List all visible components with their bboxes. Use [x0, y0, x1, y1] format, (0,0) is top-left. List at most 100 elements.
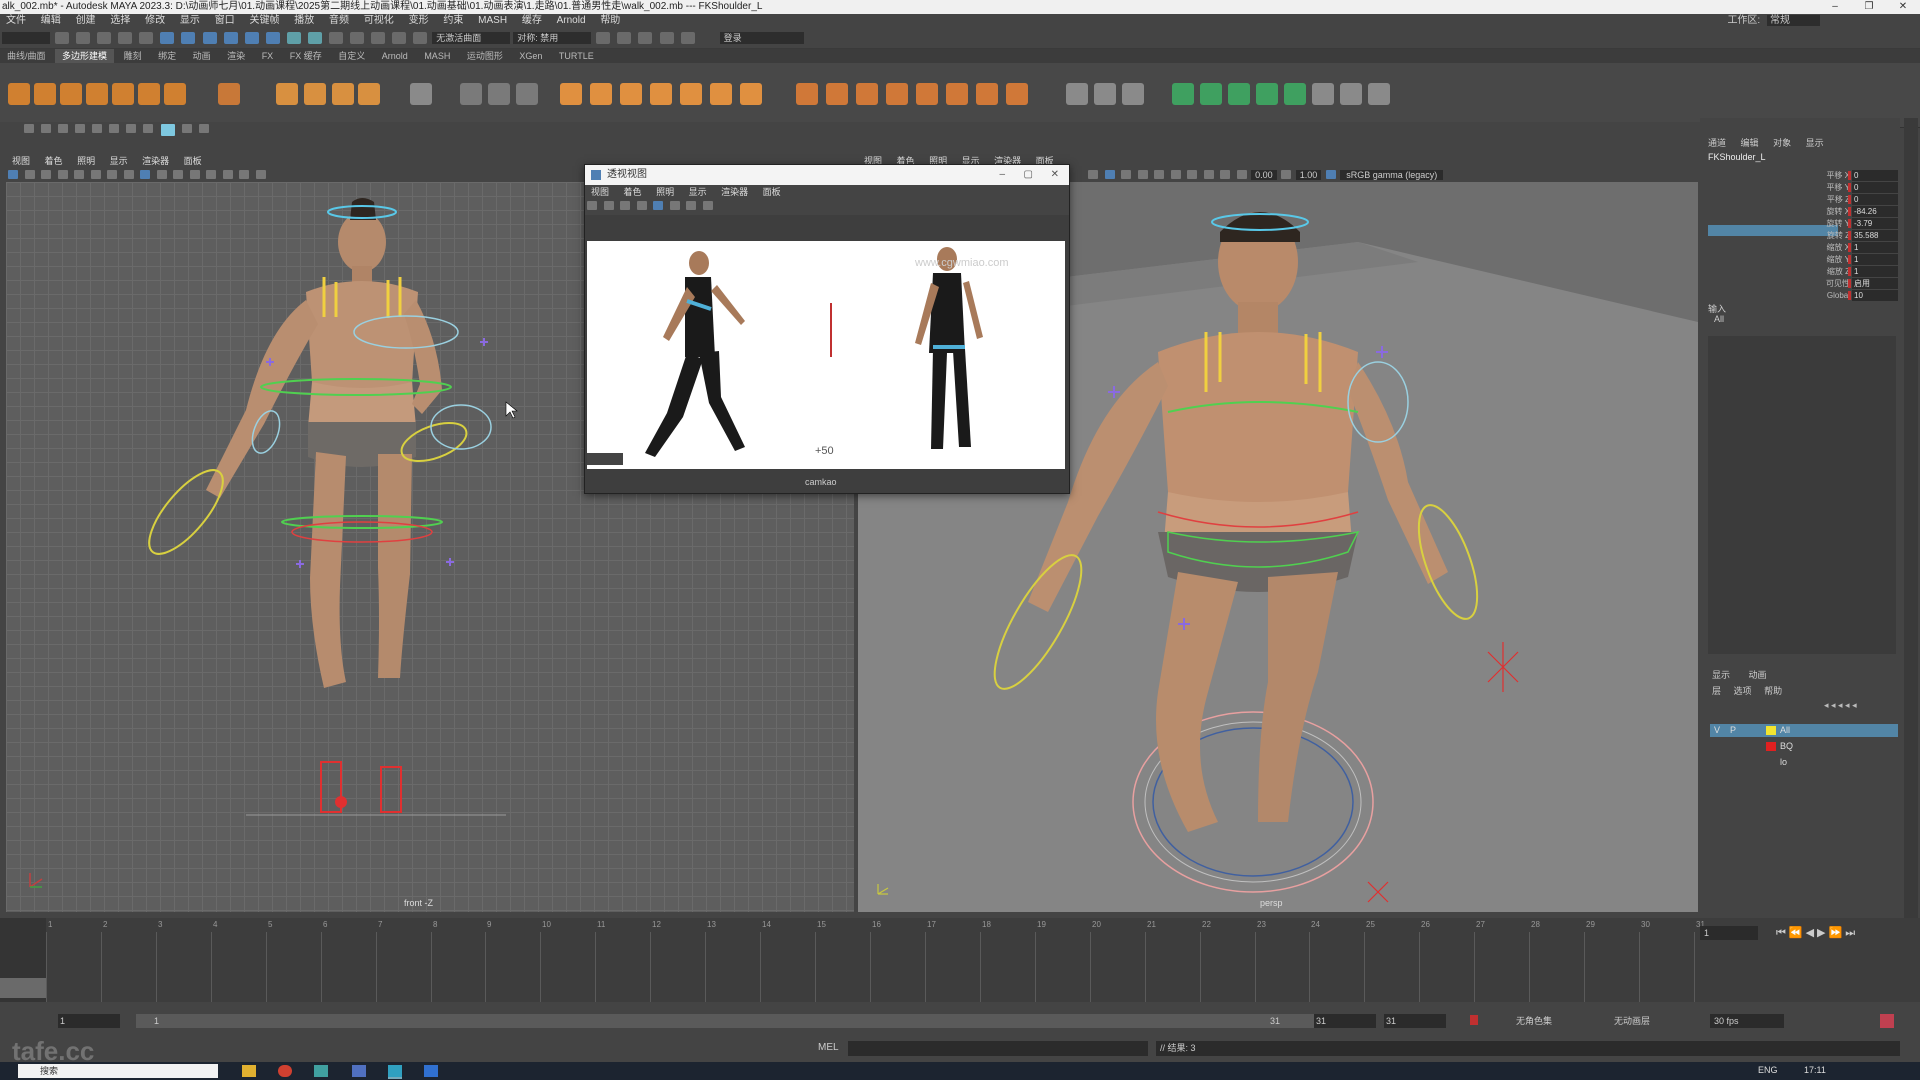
- menu-constrain[interactable]: 约束: [437, 14, 469, 28]
- target-weld-icon[interactable]: [826, 83, 848, 105]
- render-frame-icon[interactable]: [371, 32, 385, 44]
- poly-sphere-icon[interactable]: [8, 83, 30, 105]
- render-settings-icon[interactable]: [413, 32, 428, 44]
- menu-set-dropdown[interactable]: [2, 32, 50, 44]
- current-frame-marker[interactable]: [0, 978, 46, 998]
- select-component-icon[interactable]: [202, 32, 217, 44]
- chan-tab-object[interactable]: 对象: [1773, 138, 1791, 148]
- poly-platonic-icon[interactable]: [218, 83, 240, 105]
- uv-close-icon[interactable]: [1368, 83, 1390, 105]
- app-icon-m[interactable]: [314, 1065, 328, 1077]
- poly-torus-icon[interactable]: [112, 83, 134, 105]
- shelf-tab-fx[interactable]: FX: [255, 49, 281, 63]
- maya-taskbar-icon[interactable]: [388, 1065, 402, 1079]
- bookmark-icon[interactable]: [41, 170, 52, 179]
- arrow-icon[interactable]: [109, 124, 120, 133]
- current-frame-field[interactable]: 1: [1700, 926, 1758, 940]
- menu-audio[interactable]: 音频: [323, 14, 355, 28]
- channel-attribute-row[interactable]: 缩放 Z1: [1820, 266, 1898, 277]
- undo-icon[interactable]: [118, 32, 133, 44]
- menu-select[interactable]: 选择: [104, 14, 136, 28]
- color-swatch-icon[interactable]: [160, 124, 175, 136]
- exposure-value[interactable]: 0.00: [1251, 170, 1277, 180]
- menu-edit[interactable]: 编辑: [35, 14, 67, 28]
- front-menu-view[interactable]: 视图: [6, 154, 36, 168]
- circularize-icon[interactable]: [1006, 83, 1028, 105]
- gamma-icon[interactable]: [1281, 170, 1292, 179]
- uv-unfold-icon[interactable]: [1340, 83, 1362, 105]
- smooth-shade-icon[interactable]: [140, 170, 151, 179]
- wedge-icon[interactable]: [740, 83, 762, 105]
- select-hierarchy-icon[interactable]: [160, 32, 175, 44]
- brush-icon[interactable]: [41, 124, 52, 133]
- persp-aa-icon[interactable]: [1187, 170, 1198, 179]
- menu-deform[interactable]: 变形: [403, 14, 435, 28]
- make-live-icon[interactable]: [307, 32, 322, 44]
- color-management-icon[interactable]: [1325, 170, 1336, 179]
- boolean-icon[interactable]: [560, 83, 582, 105]
- color-space-field[interactable]: sRGB gamma (legacy): [1340, 170, 1444, 180]
- persp-ao-icon[interactable]: [1170, 170, 1181, 179]
- app-icon-n[interactable]: [352, 1065, 366, 1077]
- front-menu-show[interactable]: 显示: [104, 154, 134, 168]
- anim-layer-field[interactable]: 无动画层: [1614, 1014, 1650, 1028]
- attribute-value[interactable]: 1: [1852, 254, 1898, 265]
- floating-viewport-window[interactable]: 透视视图 – ▢ ✕ 视图 着色 照明 显示 渲染器 面板 www.cgwmia…: [584, 164, 1070, 494]
- snap-point-icon[interactable]: [265, 32, 280, 44]
- range-end-field[interactable]: 31: [1314, 1014, 1376, 1028]
- range-bar[interactable]: 1: [136, 1014, 1314, 1028]
- shelf-tab-mash[interactable]: MASH: [417, 49, 457, 63]
- persp-xray-icon[interactable]: [1220, 170, 1231, 179]
- uv-cut-icon[interactable]: [1256, 83, 1278, 105]
- xray-icon[interactable]: [239, 170, 250, 179]
- front-menu-lighting[interactable]: 照明: [71, 154, 101, 168]
- channel-attribute-row[interactable]: 平移 X0: [1820, 170, 1898, 181]
- front-menu-panels[interactable]: 面板: [178, 154, 208, 168]
- chrome-icon[interactable]: [278, 1065, 292, 1077]
- camera-select-icon[interactable]: [8, 170, 18, 179]
- frame-icon[interactable]: [198, 124, 209, 133]
- command-language[interactable]: MEL: [818, 1042, 839, 1053]
- channel-attribute-row[interactable]: 旋转 Y -3.79: [1820, 218, 1898, 229]
- sculpt-icon[interactable]: [1066, 83, 1088, 105]
- sidebar-toggle-icon[interactable]: [596, 32, 611, 44]
- snap-curve-icon[interactable]: [244, 32, 259, 44]
- connect-icon[interactable]: [856, 83, 878, 105]
- paint-icon[interactable]: [1122, 83, 1144, 105]
- float-menu-view[interactable]: 视图: [585, 185, 615, 199]
- layer-row[interactable]: BQ: [1710, 740, 1898, 753]
- shelf-tab-animation[interactable]: 动画: [186, 49, 218, 63]
- exposure-icon[interactable]: [1236, 170, 1247, 179]
- layer-menu-help[interactable]: 帮助: [1764, 686, 1782, 696]
- smooth-icon[interactable]: [488, 83, 510, 105]
- persp-shadow-icon[interactable]: [1154, 170, 1165, 179]
- menu-help[interactable]: 帮助: [594, 14, 626, 28]
- menu-mash[interactable]: MASH: [472, 14, 513, 28]
- shelf-tab-xgen[interactable]: XGen: [512, 49, 549, 63]
- app-icon-p[interactable]: [424, 1065, 438, 1077]
- wireframe-icon[interactable]: [123, 170, 134, 179]
- channel-attribute-row[interactable]: 平移 Y0: [1820, 182, 1898, 193]
- reduce-icon[interactable]: [516, 83, 538, 105]
- lock-icon[interactable]: [328, 32, 343, 44]
- circle-icon[interactable]: [126, 124, 137, 133]
- resolution-gate-icon[interactable]: [107, 170, 118, 179]
- pencil-icon[interactable]: [24, 124, 34, 133]
- floating-minimize-button[interactable]: –: [999, 165, 1005, 185]
- layer-tab-display[interactable]: 显示: [1712, 670, 1730, 680]
- time-slider[interactable]: 1 2 3 4 5 6 7 8 9 10 11 12 13 14 15 16 17 18 19 20 21 22 23 24 2…: [0, 918, 1920, 1002]
- float-menu-show[interactable]: 显示: [683, 185, 713, 199]
- menu-visualize[interactable]: 可视化: [358, 14, 400, 28]
- menu-playback[interactable]: 播放: [288, 14, 320, 28]
- shadows-icon[interactable]: [189, 170, 200, 179]
- offset-loop-icon[interactable]: [946, 83, 968, 105]
- poly-cone-icon[interactable]: [86, 83, 108, 105]
- menu-cache[interactable]: 缓存: [516, 14, 548, 28]
- channel-attribute-row[interactable]: 可见性 启用: [1820, 278, 1898, 289]
- shelf-tab-arnold[interactable]: Arnold: [375, 49, 415, 63]
- layer-color-swatch[interactable]: [1766, 742, 1776, 751]
- float-shade-icon[interactable]: [653, 201, 664, 210]
- menu-display[interactable]: 显示: [174, 14, 206, 28]
- float-light-icon[interactable]: [686, 201, 697, 210]
- ambient-occlusion-icon[interactable]: [206, 170, 217, 179]
